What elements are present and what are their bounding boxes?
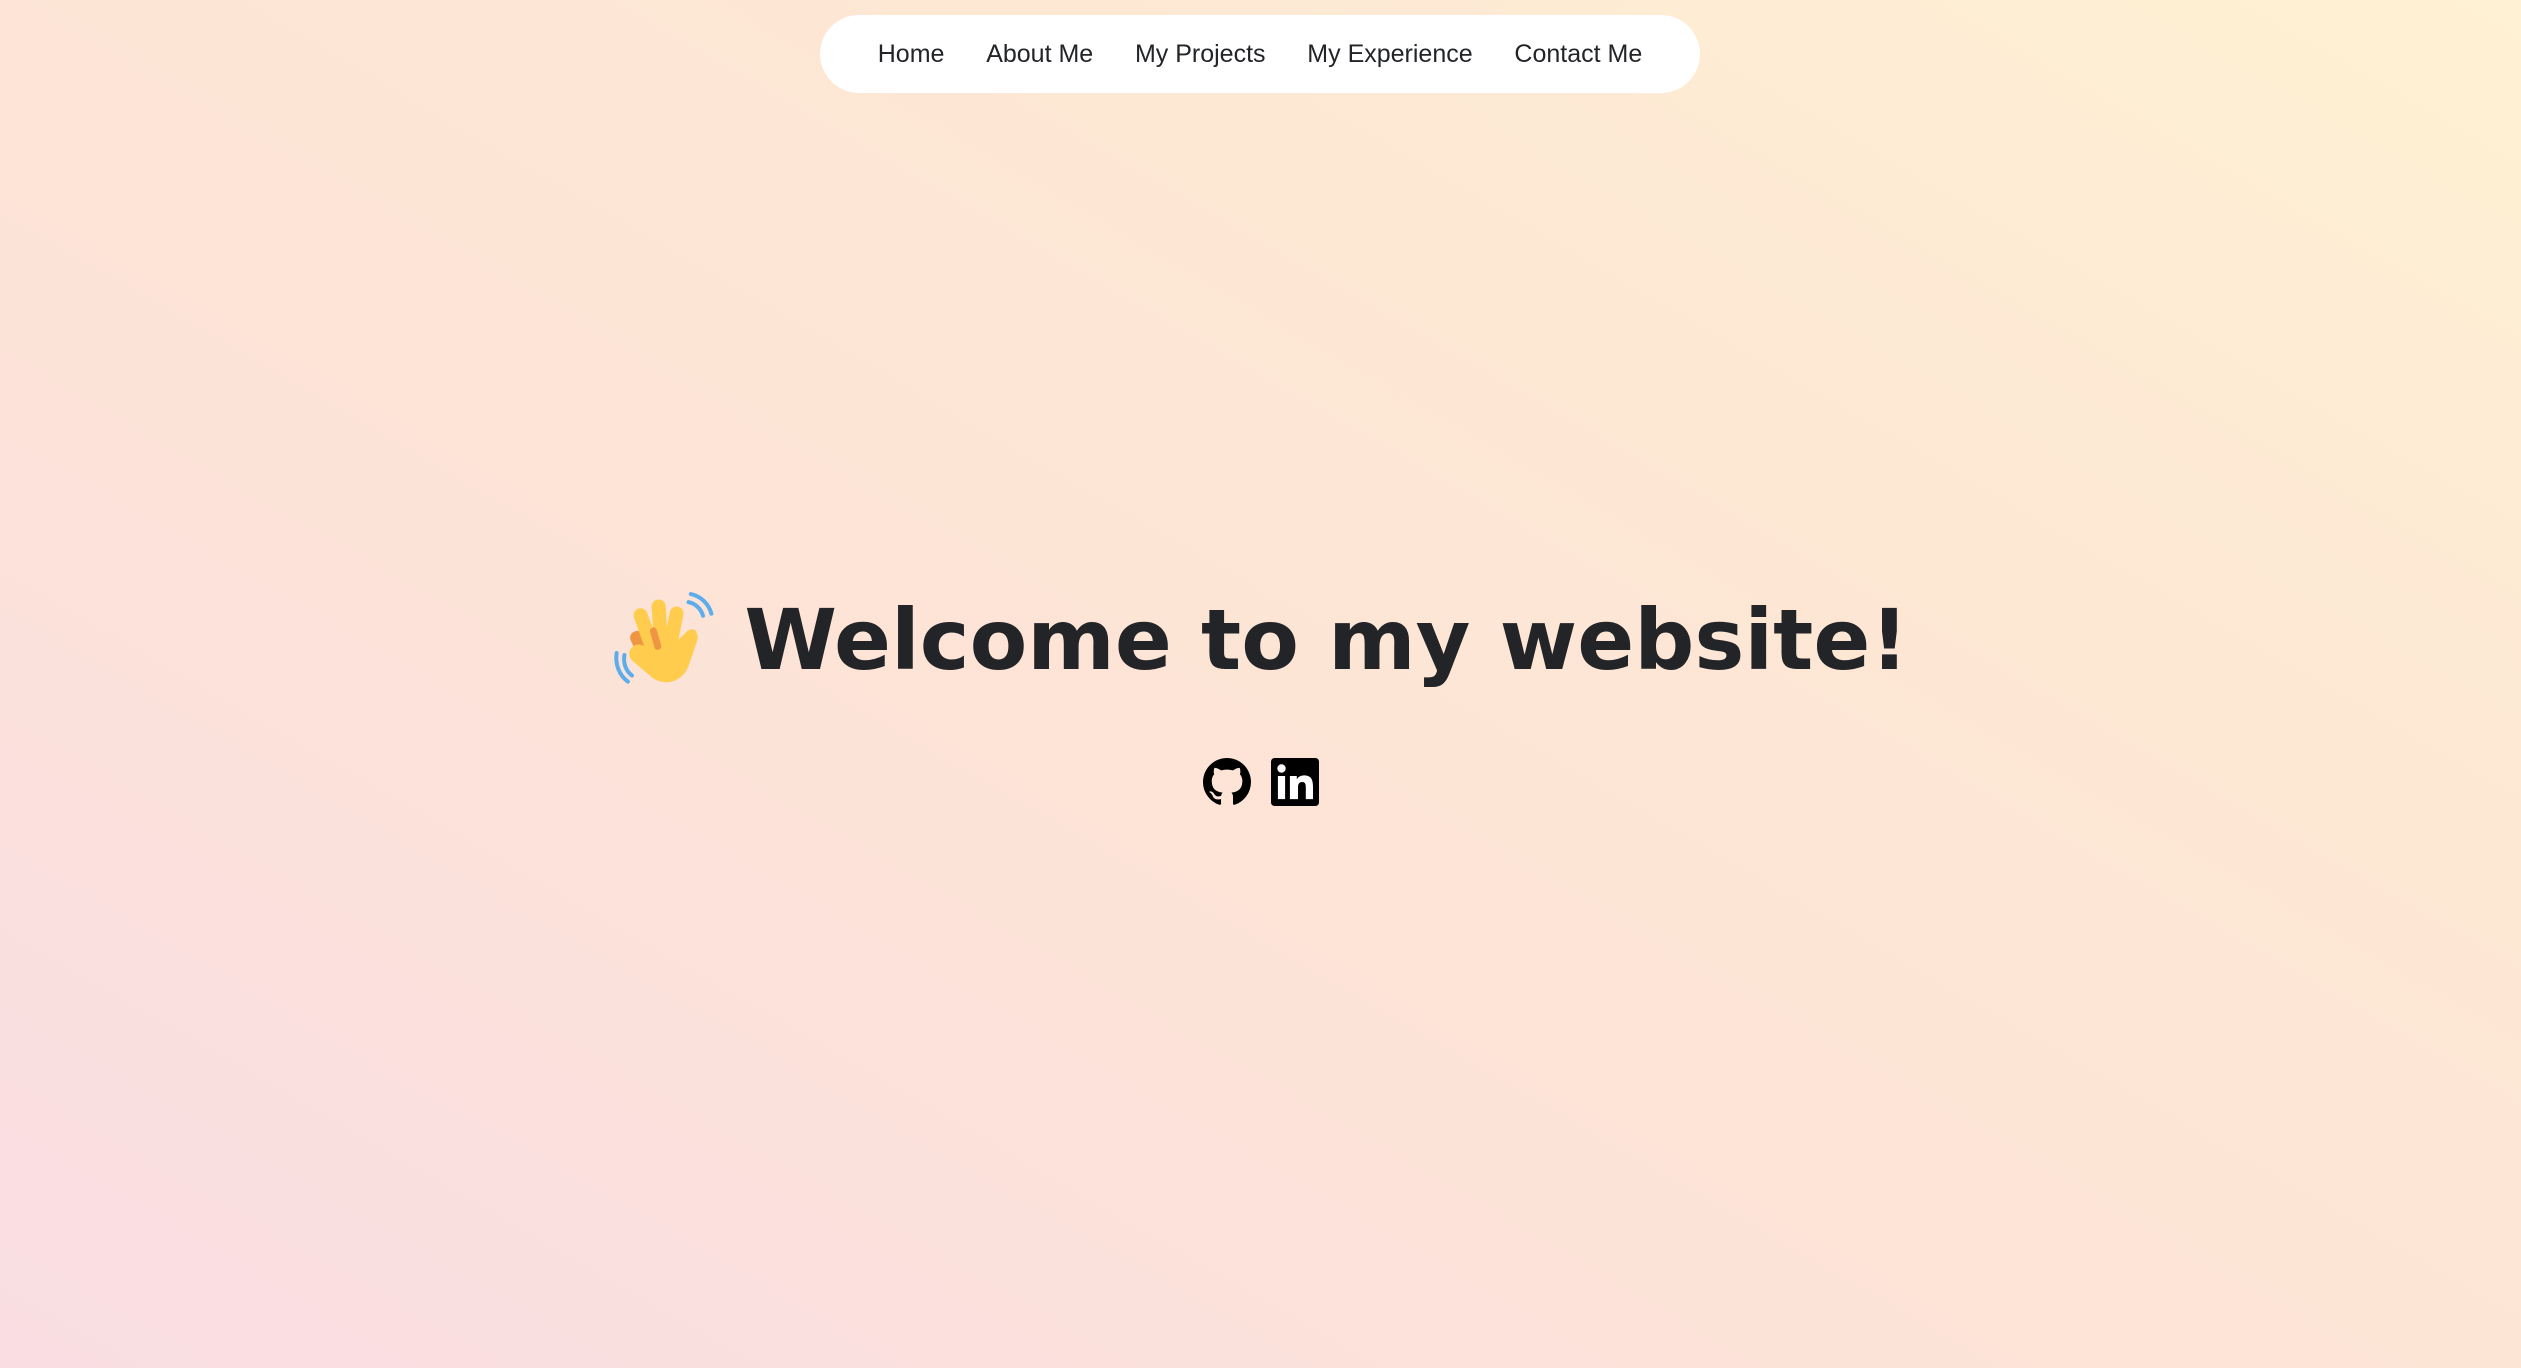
nav-my-projects-link[interactable]: My Projects: [1135, 40, 1266, 69]
nav-contact-me-link[interactable]: Contact Me: [1514, 40, 1642, 69]
github-icon: [1202, 758, 1251, 805]
waving-hand-icon: [612, 590, 716, 694]
social-links: [0, 758, 2521, 806]
linkedin-icon: [1270, 758, 1319, 806]
github-link[interactable]: [1202, 758, 1251, 806]
hero-section: Welcome to my website!: [0, 585, 2521, 695]
nav-my-experience-link[interactable]: My Experience: [1307, 40, 1472, 69]
nav-home-link[interactable]: Home: [878, 40, 945, 69]
page-title: Welcome to my website!: [744, 591, 1909, 689]
nav-about-me-link[interactable]: About Me: [986, 40, 1093, 69]
top-navbar: Home About Me My Projects My Experience …: [820, 15, 1700, 93]
linkedin-link[interactable]: [1270, 758, 1319, 806]
